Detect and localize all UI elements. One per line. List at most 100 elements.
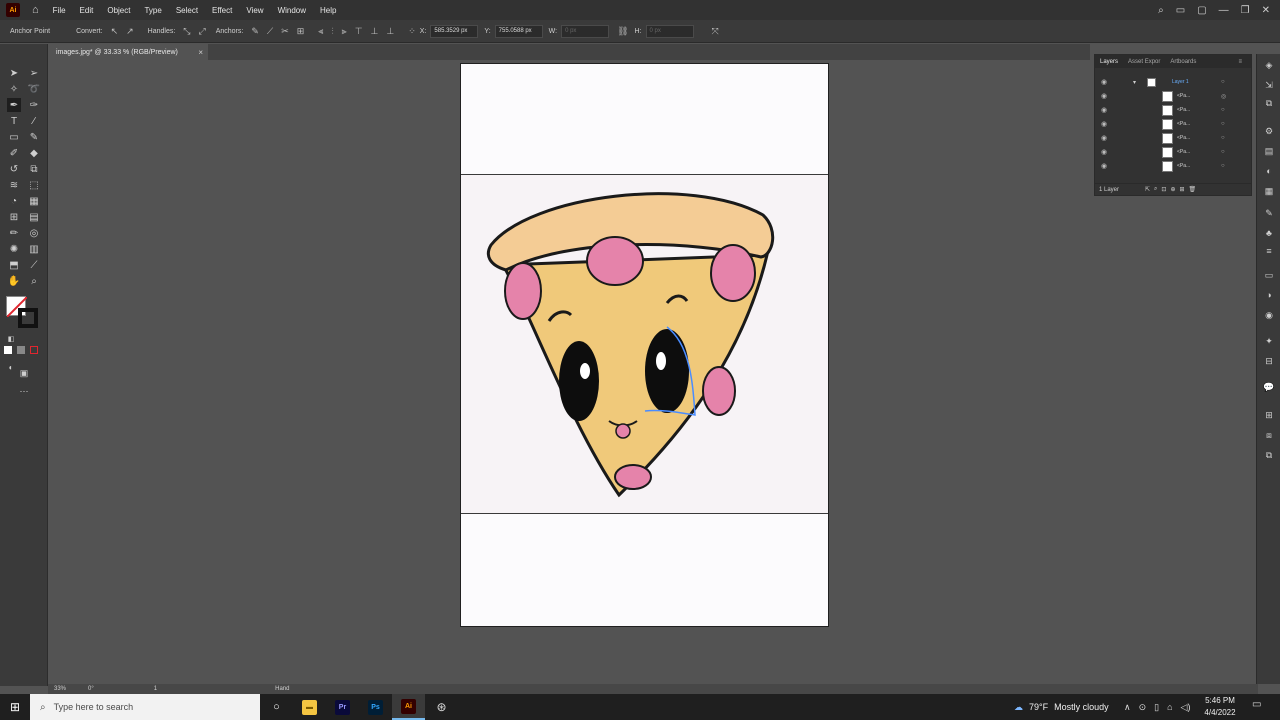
color-dock-icon[interactable]: ◐ (1263, 166, 1275, 178)
visibility-eye-icon[interactable]: ◉ (1101, 78, 1107, 86)
align-left-icon[interactable]: ⫷ (318, 26, 323, 37)
draw-mode-icon[interactable]: ◐ (4, 360, 18, 374)
align-middle-icon[interactable]: ⊥ (371, 26, 379, 37)
symbols-dock-icon[interactable]: ♣ (1263, 228, 1275, 240)
visibility-eye-icon[interactable]: ◉ (1101, 134, 1107, 142)
artboard-number[interactable]: 1 (154, 686, 157, 692)
menu-object[interactable]: Object (107, 6, 130, 15)
scale-tool-icon[interactable]: ⧉ (27, 162, 41, 176)
target-icon[interactable]: ○ (1221, 149, 1225, 155)
slice-tool-icon[interactable]: ⟋ (27, 258, 41, 272)
visibility-eye-icon[interactable]: ◉ (1101, 92, 1107, 100)
tab-asset-export[interactable]: Asset Expor (1123, 59, 1165, 65)
visibility-eye-icon[interactable]: ◉ (1101, 148, 1107, 156)
gradient-dock-icon[interactable]: ▭ (1263, 270, 1275, 282)
path-name[interactable]: <Pa... (1177, 149, 1190, 155)
eyedropper-icon[interactable]: ✏ (7, 226, 21, 240)
rotate-tool-icon[interactable]: ↺ (7, 162, 21, 176)
restore-icon[interactable]: ❐ (1241, 5, 1250, 16)
workspace-icon[interactable]: ▭ (1176, 5, 1185, 16)
layer-row[interactable]: ◉ <Pa... ○ (1095, 131, 1243, 145)
shaper-tool-icon[interactable]: ✐ (7, 146, 21, 160)
connect-anchor-icon[interactable]: ⟋ (267, 26, 273, 37)
y-field[interactable]: 755.0588 px (494, 24, 543, 38)
delete-layer-icon[interactable]: 🗑 (1189, 186, 1197, 193)
meet-icon[interactable]: ⊙ (1139, 702, 1147, 713)
artboard-tool-icon[interactable]: ⬒ (7, 258, 21, 272)
chrome-like-button[interactable]: ⊛ (425, 694, 458, 720)
handles-hide-icon[interactable]: ⤢ (199, 26, 206, 37)
layer-row[interactable]: ◉ <Pa... ○ (1095, 145, 1243, 159)
align-center-icon[interactable]: ⫶ (331, 26, 333, 37)
layers-dock-icon[interactable]: ◈ (1263, 60, 1275, 72)
lasso-icon[interactable]: ➰ (27, 82, 41, 96)
artboard[interactable] (460, 63, 829, 627)
task-view-button[interactable]: ○ (260, 694, 293, 720)
cut-path-icon[interactable]: ✂ (281, 26, 289, 37)
artboards-dock-icon[interactable]: ⧉ (1263, 98, 1275, 110)
align-bottom-icon[interactable]: ⊥ (386, 26, 394, 37)
target-icon[interactable]: ◎ (1221, 93, 1226, 100)
layer-row[interactable]: ◉ <Pa... ○ (1095, 159, 1243, 173)
line-tool-icon[interactable]: ∕ (27, 114, 41, 128)
taskbar-search[interactable]: ⌕ Type here to search (30, 694, 260, 720)
layer-row[interactable]: ◉ <Pa... ◎ (1095, 89, 1243, 103)
path-name[interactable]: <Pa... (1177, 121, 1190, 127)
stroke-swatch[interactable] (18, 308, 38, 328)
target-icon[interactable]: ○ (1221, 107, 1225, 113)
align-top-icon[interactable]: ⊤ (355, 26, 363, 37)
paintbrush-icon[interactable]: ✎ (27, 130, 41, 144)
locate-icon[interactable]: ⌕ (1154, 186, 1157, 193)
links-dock-icon[interactable]: ⧉ (1263, 450, 1275, 462)
align-right-icon[interactable]: ⫸ (342, 26, 347, 37)
panel-menu-icon[interactable]: ≡ (1233, 59, 1247, 65)
visibility-eye-icon[interactable]: ◉ (1101, 162, 1107, 170)
tab-artboards[interactable]: Artboards (1165, 59, 1201, 65)
path-name[interactable]: <Pa... (1177, 163, 1190, 169)
h-field[interactable]: 0 px (645, 24, 694, 38)
color-mode-icon[interactable] (4, 346, 12, 354)
menu-file[interactable]: File (53, 6, 66, 15)
align-dock-icon[interactable]: ⊟ (1263, 356, 1275, 368)
document-tab[interactable]: images.jpg* @ 33.33 % (RGB/Preview) × (48, 44, 208, 60)
menu-view[interactable]: View (246, 6, 263, 15)
photoshop-button[interactable]: Ps (359, 694, 392, 720)
constrain-icon[interactable]: ⛓ (617, 26, 628, 37)
home-icon[interactable]: ⌂ (32, 4, 39, 16)
placed-image-pizza[interactable] (461, 174, 828, 514)
properties-dock-icon[interactable]: ⚙ (1263, 126, 1275, 138)
magic-wand-icon[interactable]: ✧ (7, 82, 21, 96)
start-button[interactable]: ⊞ (0, 694, 30, 720)
close-tab-icon[interactable]: × (198, 48, 203, 57)
stroke-dock-icon[interactable]: ≡ (1263, 246, 1275, 258)
x-field[interactable]: 585.3529 px (430, 24, 479, 38)
menu-select[interactable]: Select (176, 6, 198, 15)
path-name[interactable]: <Pa... (1177, 135, 1190, 141)
menu-type[interactable]: Type (144, 6, 161, 15)
edit-toolbar-icon[interactable]: ⋯ (17, 384, 31, 398)
symbol-sprayer-icon[interactable]: ✺ (7, 242, 21, 256)
premiere-button[interactable]: Pr (326, 694, 359, 720)
path-name[interactable]: <Pa... (1177, 93, 1190, 99)
menu-effect[interactable]: Effect (212, 6, 232, 15)
new-sublayer-icon[interactable]: ⊕ (1170, 186, 1175, 193)
menu-help[interactable]: Help (320, 6, 336, 15)
brushes-dock-icon[interactable]: ✎ (1263, 208, 1275, 220)
remove-anchor-icon[interactable]: ✎ (251, 26, 259, 37)
mesh-tool-icon[interactable]: ⊞ (7, 210, 21, 224)
transform-icon[interactable]: ⤧ (712, 26, 719, 37)
curvature-tool-icon[interactable]: ✑ (27, 98, 41, 112)
layer-row-layer-1[interactable]: ◉ ▾ Layer 1 ○ (1095, 75, 1243, 89)
blend-tool-icon[interactable]: ◎ (27, 226, 41, 240)
target-icon[interactable]: ○ (1221, 79, 1225, 85)
battery-icon[interactable]: ▯ (1154, 702, 1159, 713)
comments-dock-icon[interactable]: 💬 (1263, 382, 1275, 394)
default-colors-icon[interactable]: ◧ (4, 332, 18, 346)
arrange-icon[interactable]: ▢ (1197, 5, 1206, 16)
weather-widget[interactable]: ☁ 79°F Mostly cloudy (1014, 694, 1109, 720)
file-explorer-button[interactable]: ▬ (293, 694, 326, 720)
reference-point-icon[interactable]: ⁘ (408, 26, 416, 37)
export-dock-icon[interactable]: ⇲ (1263, 80, 1275, 92)
visibility-eye-icon[interactable]: ◉ (1101, 120, 1107, 128)
target-icon[interactable]: ○ (1221, 121, 1225, 127)
